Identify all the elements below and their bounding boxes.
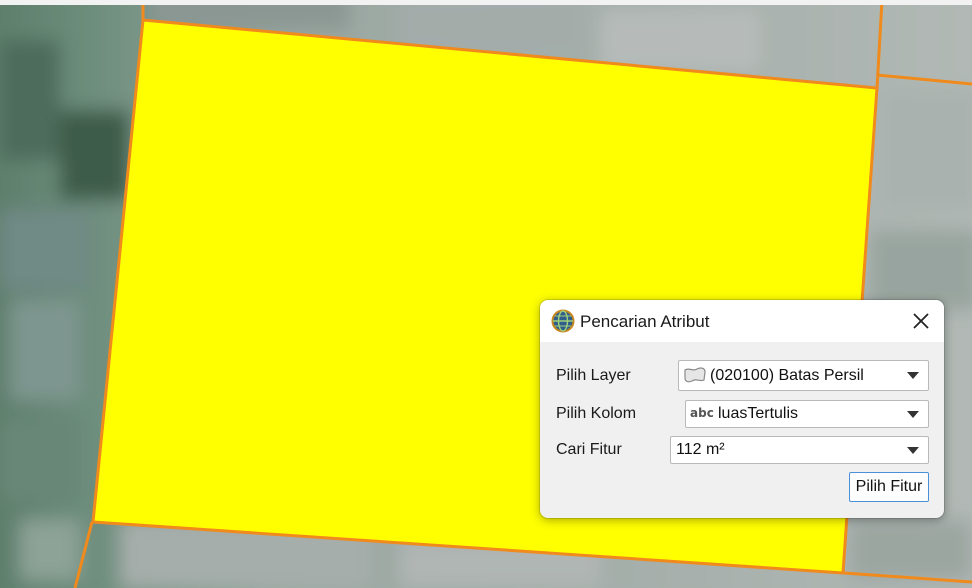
feature-dropdown-arrow[interactable] <box>898 437 928 463</box>
globe-app-icon <box>551 309 575 333</box>
attribute-search-dialog: Pencarian Atribut Pilih Layer (020100) B… <box>540 300 944 518</box>
polygon-layer-icon <box>683 366 707 389</box>
column-dropdown-arrow[interactable] <box>898 401 928 427</box>
layer-value: (020100) Batas Persil <box>710 367 864 384</box>
feature-search-combo[interactable]: 112 m² <box>670 436 929 464</box>
chevron-down-icon <box>907 446 919 454</box>
layer-dropdown-arrow[interactable] <box>898 361 928 390</box>
layer-label: Pilih Layer <box>556 367 631 384</box>
dialog-title: Pencarian Atribut <box>580 312 710 331</box>
text-field-icon: abc <box>690 406 714 420</box>
dialog-titlebar[interactable]: Pencarian Atribut <box>540 300 944 342</box>
feature-label: Cari Fitur <box>556 441 622 458</box>
chevron-down-icon <box>907 410 919 418</box>
select-feature-button[interactable]: Pilih Fitur <box>849 472 929 502</box>
close-icon <box>913 313 929 329</box>
column-select[interactable]: abc luasTertulis <box>685 400 929 428</box>
top-edge <box>0 0 972 5</box>
column-value: luasTertulis <box>718 405 799 422</box>
feature-value[interactable]: 112 m² <box>676 441 725 459</box>
chevron-down-icon <box>907 372 919 379</box>
close-button[interactable] <box>904 308 938 334</box>
layer-select[interactable]: (020100) Batas Persil <box>678 360 929 391</box>
column-label: Pilih Kolom <box>556 405 637 422</box>
